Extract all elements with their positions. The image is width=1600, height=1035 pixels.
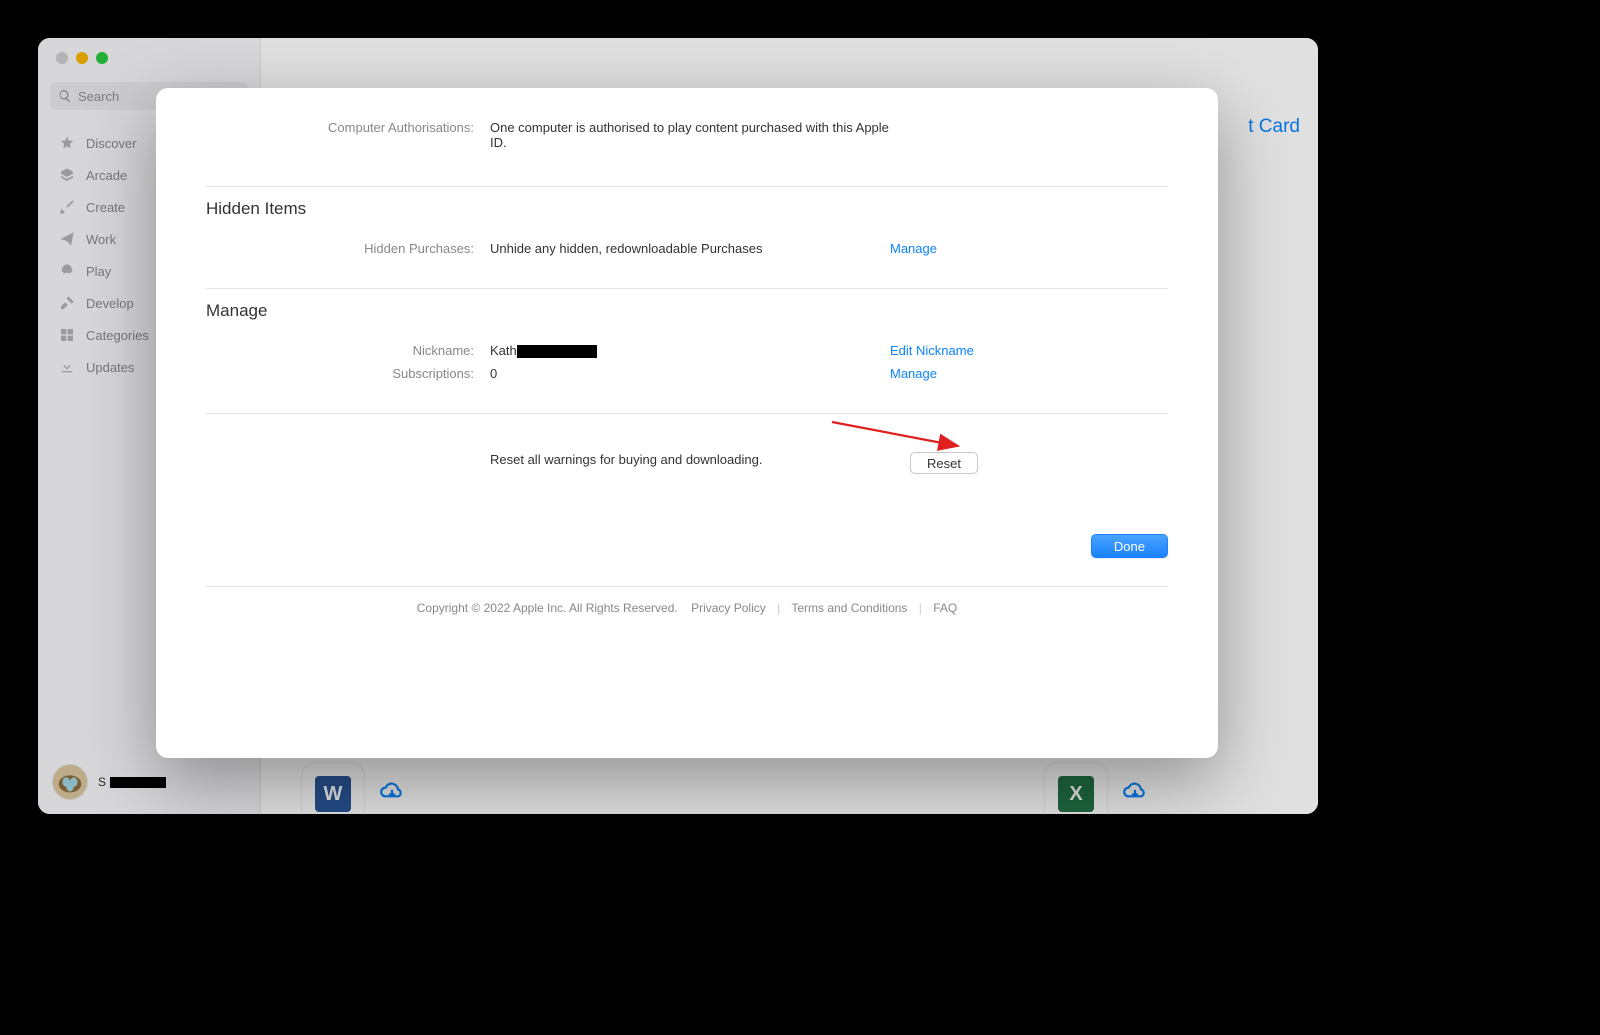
terms-link[interactable]: Terms and Conditions <box>791 601 907 615</box>
star-icon <box>58 134 76 152</box>
account-settings-modal: Computer Authorisations: One computer is… <box>156 88 1218 758</box>
user-avatar <box>52 764 88 800</box>
excel-app-icon: X <box>1044 762 1108 814</box>
row-label: Nickname: <box>206 343 490 358</box>
section-hidden-items: Hidden Items Hidden Purchases: Unhide an… <box>206 199 1168 260</box>
nickname-value: Kath <box>490 343 890 358</box>
manage-hidden-link[interactable]: Manage <box>890 241 937 256</box>
gift-card-link-fragment[interactable]: t Card <box>1248 116 1300 138</box>
sidebar-item-label: Arcade <box>86 168 127 183</box>
reset-description: Reset all warnings for buying and downlo… <box>490 452 910 467</box>
sidebar-item-label: Updates <box>86 360 134 375</box>
download-cloud-icon[interactable] <box>379 779 405 810</box>
sidebar-user[interactable]: S <box>38 754 260 814</box>
sidebar-item-label: Discover <box>86 136 137 151</box>
window-controls <box>38 38 260 64</box>
download-icon <box>58 358 76 376</box>
rocket-icon <box>58 262 76 280</box>
row-label: Subscriptions: <box>206 366 490 381</box>
paperplane-icon <box>58 230 76 248</box>
word-app-icon: W <box>301 762 365 814</box>
section-authorisations: Computer Authorisations: One computer is… <box>206 116 1168 154</box>
edit-nickname-link[interactable]: Edit Nickname <box>890 343 974 358</box>
section-heading: Hidden Items <box>206 199 1168 219</box>
nickname-text: Kath <box>490 343 517 358</box>
modal-actions: Done <box>206 512 1168 586</box>
search-icon <box>58 89 72 103</box>
row-value: One computer is authorised to play conte… <box>490 120 890 150</box>
done-button[interactable]: Done <box>1091 534 1168 558</box>
search-placeholder: Search <box>78 89 119 104</box>
sidebar-item-label: Categories <box>86 328 149 343</box>
fullscreen-window-button[interactable] <box>96 52 108 64</box>
row-label: Hidden Purchases: <box>206 241 490 256</box>
hammer-icon <box>58 294 76 312</box>
minimize-window-button[interactable] <box>76 52 88 64</box>
sidebar-item-label: Create <box>86 200 125 215</box>
background-app-row: W X <box>301 762 1278 814</box>
privacy-policy-link[interactable]: Privacy Policy <box>691 601 766 615</box>
redacted-text <box>110 777 166 788</box>
arcade-icon <box>58 166 76 184</box>
manage-subscriptions-link[interactable]: Manage <box>890 366 937 381</box>
app-tile-word[interactable]: W <box>301 762 405 814</box>
grid-icon <box>58 326 76 344</box>
word-letter: W <box>315 776 351 812</box>
modal-footer: Copyright © 2022 Apple Inc. All Rights R… <box>206 586 1168 615</box>
sidebar-item-label: Work <box>86 232 116 247</box>
section-reset: Reset all warnings for buying and downlo… <box>206 414 1168 478</box>
app-tile-excel[interactable]: X <box>1044 762 1148 814</box>
avatar-nest-icon <box>53 764 87 800</box>
redacted-text <box>517 345 597 358</box>
download-cloud-icon[interactable] <box>1122 779 1148 810</box>
faq-link[interactable]: FAQ <box>933 601 957 615</box>
section-heading: Manage <box>206 301 1168 321</box>
excel-letter: X <box>1058 776 1094 812</box>
reset-button[interactable]: Reset <box>910 452 978 474</box>
brush-icon <box>58 198 76 216</box>
close-window-button[interactable] <box>56 52 68 64</box>
copyright-text: Copyright © 2022 Apple Inc. All Rights R… <box>417 601 678 615</box>
user-initial: S <box>98 775 106 789</box>
row-label: Computer Authorisations: <box>206 120 490 135</box>
row-value: Unhide any hidden, redownloadable Purcha… <box>490 241 890 256</box>
sidebar-item-label: Play <box>86 264 111 279</box>
user-name: S <box>98 775 166 789</box>
subscriptions-count: 0 <box>490 366 890 381</box>
section-manage: Manage Nickname: Kath Edit Nickname Subs… <box>206 301 1168 385</box>
sidebar-item-label: Develop <box>86 296 134 311</box>
